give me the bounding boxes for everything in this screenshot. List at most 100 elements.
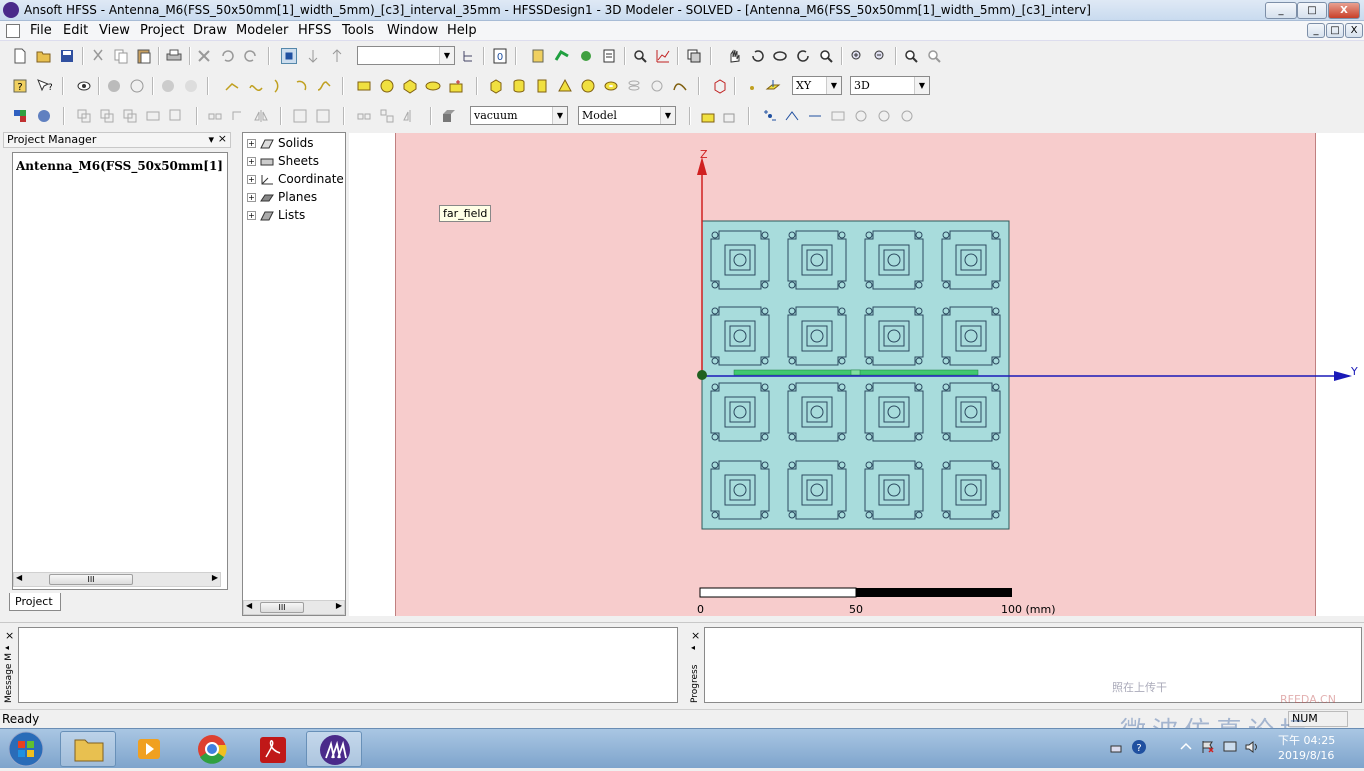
circle-icon[interactable]: [379, 78, 395, 94]
scroll-left-icon[interactable]: ◀: [16, 573, 22, 582]
taskbar-explorer[interactable]: [60, 731, 116, 767]
new-icon[interactable]: [12, 48, 28, 64]
dimension-combo[interactable]: 3D ▼: [850, 76, 930, 95]
save-icon[interactable]: [59, 48, 75, 64]
boundary-icon[interactable]: [530, 48, 546, 64]
taskbar-chrome[interactable]: [184, 731, 240, 767]
copy-icon[interactable]: [113, 48, 129, 64]
move-object-icon[interactable]: [207, 108, 223, 124]
menu-draw[interactable]: Draw: [193, 23, 227, 38]
sphere-icon[interactable]: [580, 78, 596, 94]
taskbar-acrobat[interactable]: [246, 731, 302, 767]
arc-icon[interactable]: [271, 78, 287, 94]
units-icon[interactable]: [36, 108, 52, 124]
restore-button[interactable]: □: [1297, 2, 1327, 19]
zoom-in-icon[interactable]: [849, 48, 865, 64]
rectangle-icon[interactable]: [356, 78, 372, 94]
scroll-thumb[interactable]: III: [260, 602, 304, 613]
move-icon[interactable]: [305, 48, 321, 64]
tray-arrow-icon[interactable]: [1178, 739, 1194, 755]
expand-icon[interactable]: +: [247, 175, 256, 184]
menu-window[interactable]: Window: [387, 23, 438, 38]
open-icon[interactable]: [36, 48, 52, 64]
expand-icon[interactable]: +: [247, 193, 256, 202]
regular-polyhedron-icon[interactable]: [534, 78, 550, 94]
delete-icon[interactable]: [196, 48, 212, 64]
tree-node-lists[interactable]: + Lists: [247, 208, 347, 226]
shade-icon[interactable]: [106, 78, 122, 94]
polygon-icon[interactable]: [402, 78, 418, 94]
tree-node-planes[interactable]: + Planes: [247, 190, 347, 208]
spiral-icon[interactable]: [649, 78, 665, 94]
duplicate-mirror-icon[interactable]: [402, 108, 418, 124]
tree-scrollbar[interactable]: ◀ III ▶: [243, 600, 345, 615]
redo-icon[interactable]: [243, 48, 259, 64]
scroll-right-icon[interactable]: ▶: [336, 601, 342, 610]
intersect-icon[interactable]: [122, 108, 138, 124]
spline-icon[interactable]: [248, 78, 264, 94]
analyze-icon[interactable]: [601, 48, 617, 64]
line-icon[interactable]: [224, 78, 240, 94]
undo-icon[interactable]: [219, 48, 235, 64]
mesh-icon[interactable]: [578, 48, 594, 64]
duplicate-along-line-icon[interactable]: [356, 108, 372, 124]
helix-icon[interactable]: [626, 78, 642, 94]
tray-keyboard-icon[interactable]: [1110, 743, 1122, 755]
results-icon[interactable]: [655, 48, 671, 64]
plane-combo[interactable]: XY ▼: [792, 76, 842, 95]
snap-edge-icon[interactable]: [807, 108, 823, 124]
snap-quadrant-icon[interactable]: [876, 108, 892, 124]
menu-modeler[interactable]: Modeler: [236, 23, 288, 38]
expand-icon[interactable]: +: [247, 211, 256, 220]
cone-icon[interactable]: [557, 78, 573, 94]
project-scrollbar[interactable]: ◀ III ▶: [13, 572, 221, 587]
torus-icon[interactable]: [603, 78, 619, 94]
menu-project[interactable]: Project: [140, 23, 184, 38]
scroll-left-icon[interactable]: ◀: [246, 601, 252, 610]
fit-all-icon[interactable]: [903, 48, 919, 64]
menu-help[interactable]: Help: [447, 23, 477, 38]
rotate-icon[interactable]: [750, 48, 766, 64]
pan-icon[interactable]: [726, 48, 742, 64]
point-icon[interactable]: [712, 78, 728, 94]
scroll-right-icon[interactable]: ▶: [212, 573, 218, 582]
cs-point-icon[interactable]: [744, 78, 760, 94]
validate-icon[interactable]: 0: [492, 48, 508, 64]
mirror-icon[interactable]: [253, 108, 269, 124]
child-restore-button[interactable]: □: [1326, 23, 1344, 38]
zoom-out-icon[interactable]: [872, 48, 888, 64]
wireframe-icon[interactable]: [129, 78, 145, 94]
modeler-viewport[interactable]: far_field Z Y 0 50 100 (mm): [349, 133, 1364, 616]
expand-icon[interactable]: +: [247, 157, 256, 166]
list-icon[interactable]: [722, 108, 738, 124]
split-icon[interactable]: [145, 108, 161, 124]
tray-network-icon[interactable]: [1222, 739, 1238, 755]
start-button-icon[interactable]: [6, 730, 46, 768]
panel-close-button[interactable]: ×: [218, 132, 227, 145]
orbit-icon[interactable]: [772, 48, 788, 64]
cut-icon[interactable]: [90, 48, 106, 64]
tray-flag-icon[interactable]: [1200, 739, 1216, 755]
fit-selection-icon[interactable]: [926, 48, 942, 64]
tree-node-solids[interactable]: + Solids: [247, 136, 347, 154]
taskbar-hfss[interactable]: [306, 731, 362, 767]
rotate-object-icon[interactable]: [230, 108, 246, 124]
duplicate-around-axis-icon[interactable]: [379, 108, 395, 124]
scroll-thumb[interactable]: III: [49, 574, 133, 585]
bondwire-icon[interactable]: [672, 78, 688, 94]
visibility-icon[interactable]: [76, 78, 92, 94]
document-icon[interactable]: [6, 24, 20, 38]
sweep-icon[interactable]: [292, 108, 308, 124]
taskbar-media-player[interactable]: [122, 731, 178, 767]
region-icon[interactable]: [448, 78, 464, 94]
zoom-icon[interactable]: [818, 48, 834, 64]
menu-hfss[interactable]: HFSS: [298, 23, 332, 38]
tray-volume-icon[interactable]: [1244, 739, 1260, 755]
center-arc-icon[interactable]: [294, 78, 310, 94]
menu-edit[interactable]: Edit: [63, 23, 88, 38]
child-close-button[interactable]: X: [1345, 23, 1363, 38]
tree-icon[interactable]: [461, 48, 477, 64]
unite-icon[interactable]: [76, 108, 92, 124]
tray-help-icon[interactable]: ?: [1131, 739, 1147, 755]
move-up-icon[interactable]: [329, 48, 345, 64]
